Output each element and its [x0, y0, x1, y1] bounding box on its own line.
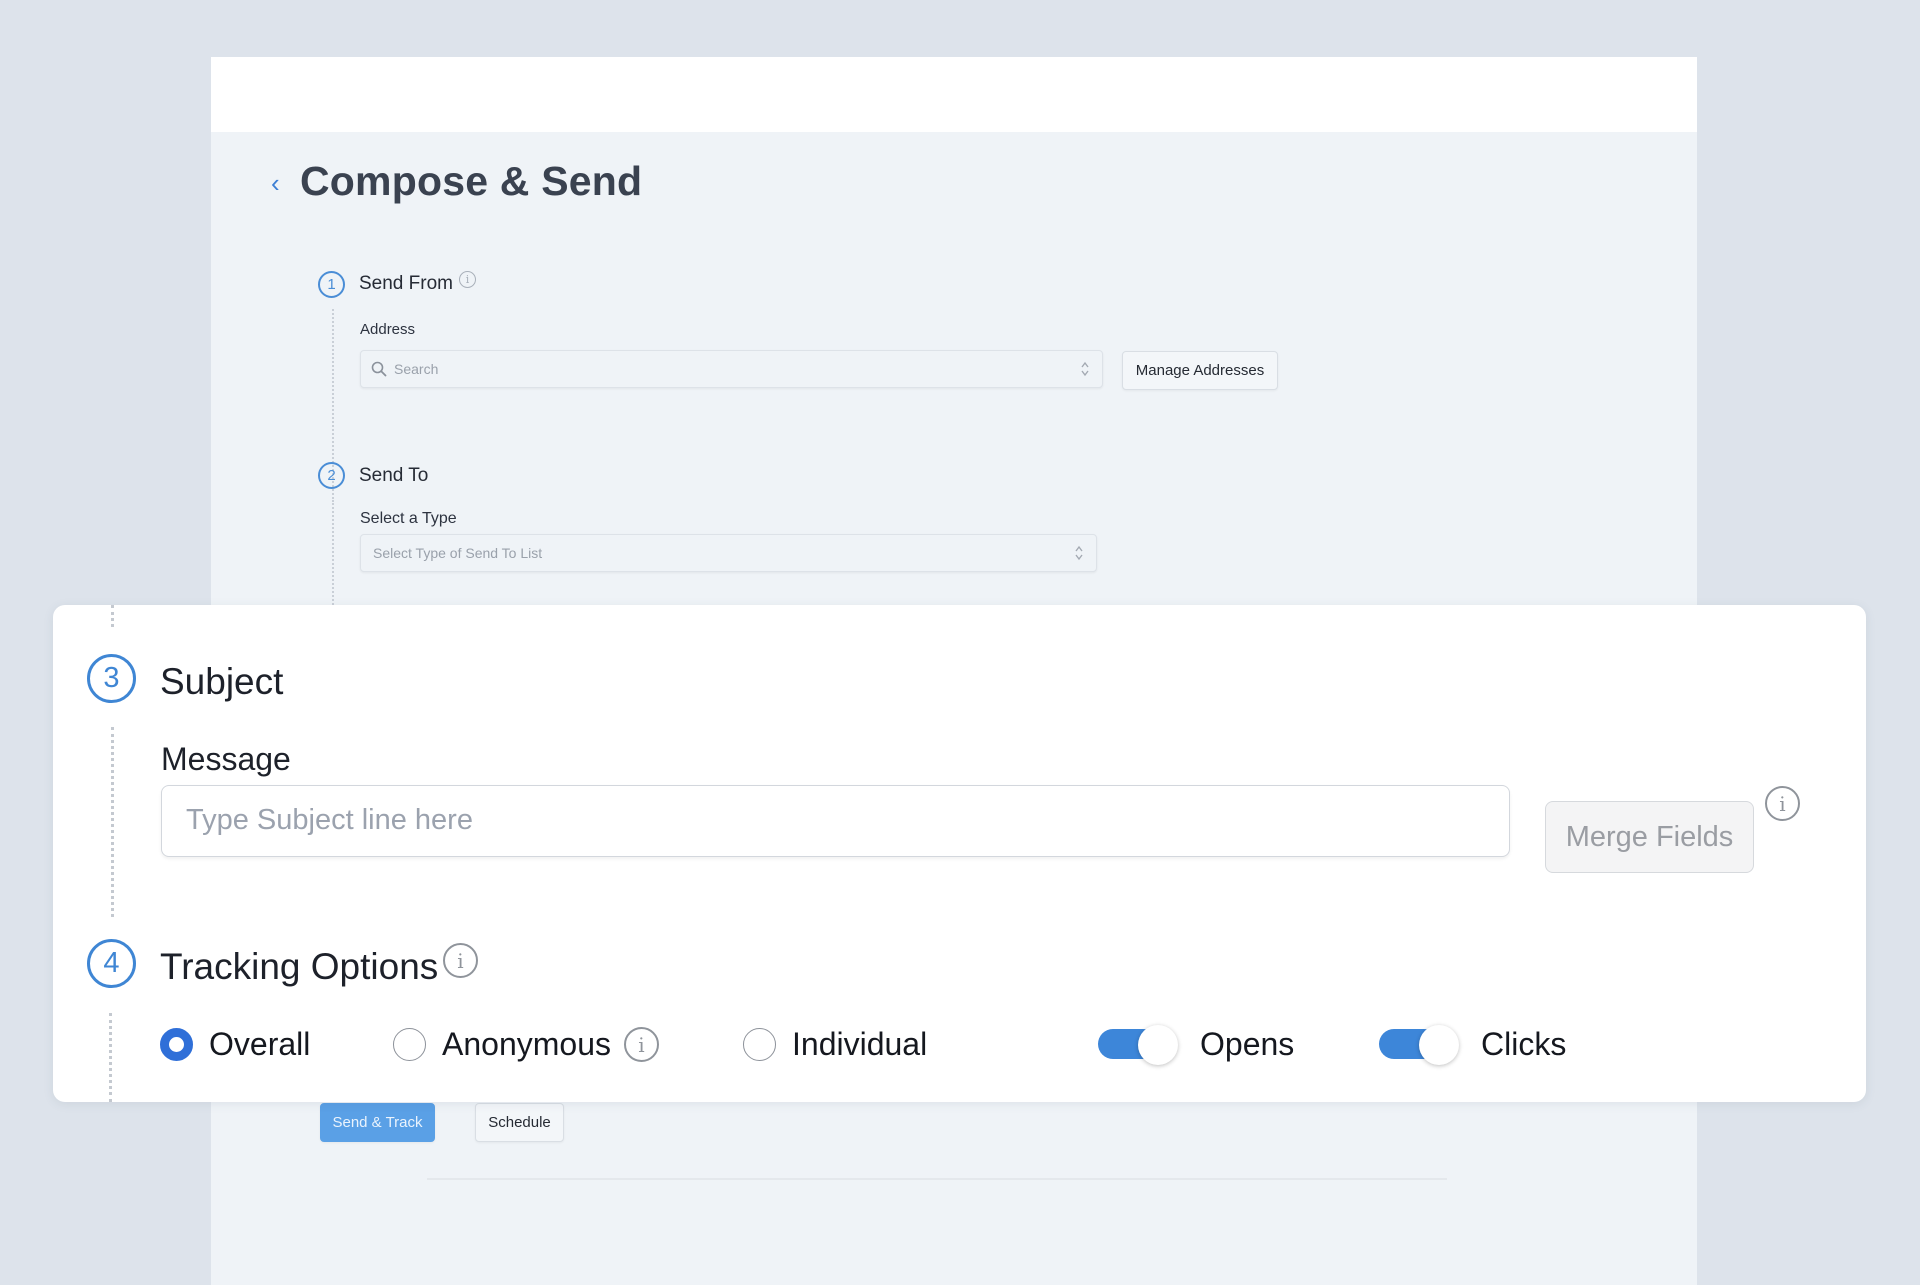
subject-tracking-card: 3 Subject Message Type Subject line here…	[53, 605, 1866, 1102]
radio-overall-label: Overall	[209, 1026, 311, 1062]
radio-anonymous-label: Anonymous	[442, 1026, 611, 1062]
radio-individual[interactable]	[743, 1028, 776, 1061]
page-header	[211, 57, 1697, 132]
toggle-opens-label: Opens	[1200, 1026, 1295, 1062]
info-icon[interactable]: i	[1765, 786, 1800, 821]
select-arrows-icon	[1075, 545, 1083, 561]
address-search-input[interactable]: Search	[360, 350, 1103, 388]
select-arrows-icon	[1081, 361, 1089, 377]
info-icon[interactable]: i	[624, 1027, 659, 1062]
radio-anonymous[interactable]	[393, 1028, 426, 1061]
page-title: Compose & Send	[300, 158, 643, 204]
info-icon[interactable]: i	[443, 943, 478, 978]
toggle-opens[interactable]	[1098, 1025, 1178, 1065]
search-icon	[371, 361, 387, 377]
select-type-placeholder: Select Type of Send To List	[373, 545, 543, 561]
subject-title: Subject	[160, 661, 284, 702]
radio-individual-label: Individual	[792, 1026, 928, 1062]
search-placeholder: Search	[394, 361, 439, 377]
subject-placeholder: Type Subject line here	[186, 804, 473, 836]
radio-overall[interactable]	[160, 1028, 193, 1061]
chevron-left-icon[interactable]: ‹	[271, 170, 291, 196]
schedule-button[interactable]: Schedule	[475, 1103, 564, 1142]
send-to-title: Send To	[359, 465, 429, 486]
step-4-badge: 4	[87, 939, 136, 988]
step-connector	[111, 727, 114, 917]
step-connector	[111, 605, 114, 627]
merge-fields-button[interactable]: Merge Fields	[1545, 801, 1754, 873]
step-connector	[109, 1013, 112, 1102]
message-label: Message	[161, 741, 291, 777]
toggle-clicks-label: Clicks	[1481, 1026, 1567, 1062]
send-to-type-select[interactable]: Select Type of Send To List	[360, 534, 1097, 572]
address-label: Address	[360, 321, 416, 338]
tracking-options-title: Tracking Options	[160, 946, 439, 987]
send-and-track-button[interactable]: Send & Track	[320, 1103, 435, 1142]
step-2-badge: 2	[318, 462, 345, 489]
subject-line-input[interactable]: Type Subject line here	[161, 785, 1510, 857]
select-type-label: Select a Type	[360, 510, 457, 527]
toggle-knob	[1419, 1025, 1459, 1065]
toggle-clicks[interactable]	[1379, 1025, 1459, 1065]
divider	[427, 1178, 1447, 1180]
info-icon[interactable]: i	[459, 271, 476, 288]
manage-addresses-button[interactable]: Manage Addresses	[1122, 351, 1278, 390]
step-connector	[332, 500, 334, 605]
toggle-knob	[1138, 1025, 1178, 1065]
step-3-badge: 3	[87, 654, 136, 703]
step-1-badge: 1	[318, 271, 345, 298]
send-from-title: Send From	[359, 273, 453, 294]
